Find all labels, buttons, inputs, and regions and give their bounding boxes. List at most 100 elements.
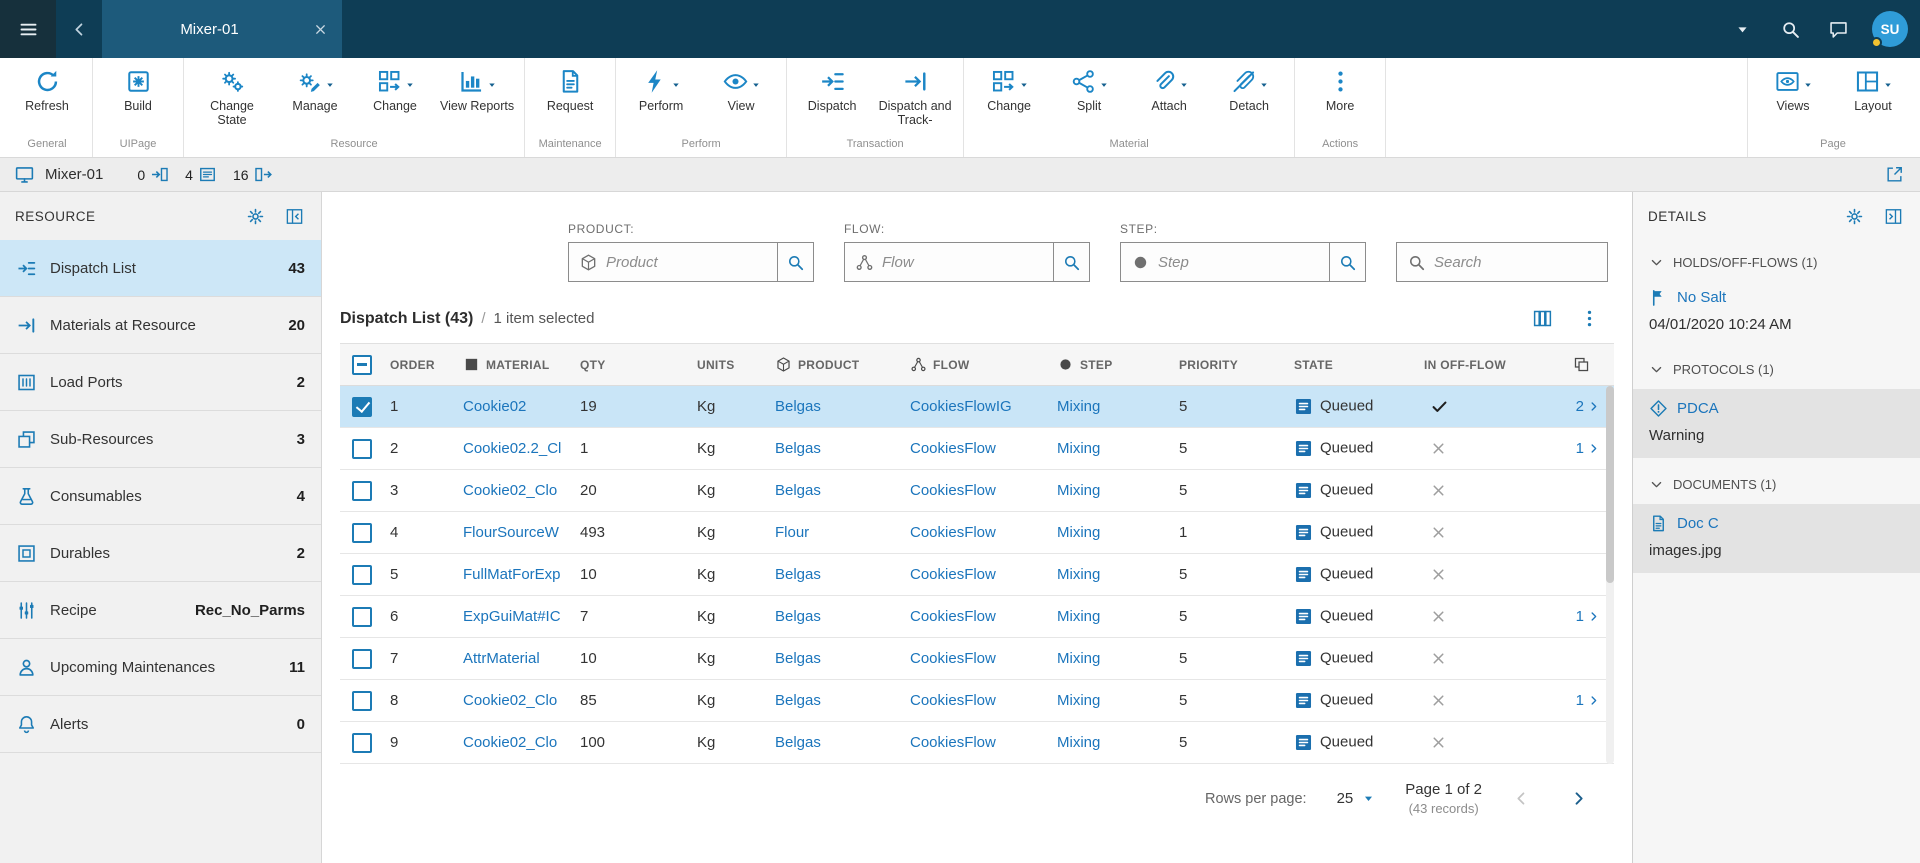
sidebar-settings-button[interactable]	[244, 205, 267, 228]
ribbon-button[interactable]: View	[701, 64, 781, 115]
product-link[interactable]: Flour	[775, 524, 809, 541]
row-checkbox[interactable]	[352, 564, 372, 585]
ribbon-button[interactable]: Views	[1753, 64, 1833, 115]
menu-button[interactable]	[0, 0, 56, 58]
product-link[interactable]: Belgas	[775, 734, 821, 751]
off-flow-count-link[interactable]: 1	[1576, 608, 1600, 625]
select-all-checkbox[interactable]	[352, 354, 372, 375]
material-link[interactable]: Cookie02_Clo	[463, 692, 557, 709]
table-row[interactable]: 4 FlourSourceW 493 Kg Flour CookiesFlow …	[340, 511, 1614, 554]
sidebar-item[interactable]: Load Ports 2	[0, 354, 321, 411]
column-header[interactable]: MATERIAL	[455, 343, 572, 386]
step-link[interactable]: Mixing	[1057, 440, 1100, 457]
ribbon-button[interactable]: Change	[355, 64, 435, 115]
details-item-link[interactable]: Doc C	[1677, 515, 1719, 532]
sidebar-item[interactable]: Materials at Resource 20	[0, 297, 321, 354]
table-row[interactable]: 7 AttrMaterial 10 Kg Belgas CookiesFlow …	[340, 637, 1614, 680]
details-settings-button[interactable]	[1843, 205, 1866, 228]
list-menu-button[interactable]	[1577, 306, 1602, 331]
ribbon-button[interactable]: Layout	[1833, 64, 1913, 115]
column-chooser-button[interactable]	[1530, 306, 1555, 331]
back-button[interactable]	[56, 0, 102, 58]
ribbon-button[interactable]: Perform	[621, 64, 701, 115]
off-flow-count-link[interactable]: 1	[1576, 440, 1600, 457]
material-link[interactable]: AttrMaterial	[463, 650, 540, 667]
next-page-button[interactable]	[1569, 789, 1588, 808]
sidebar-item[interactable]: Upcoming Maintenances 11	[0, 639, 321, 696]
product-link[interactable]: Belgas	[775, 398, 821, 415]
prev-page-button[interactable]	[1512, 789, 1531, 808]
workspace-caret-button[interactable]	[1720, 0, 1764, 58]
flow-link[interactable]: CookiesFlowIG	[910, 398, 1012, 415]
ribbon-button[interactable]: Attach	[1129, 64, 1209, 115]
off-flow-count-link[interactable]: 1	[1576, 692, 1600, 709]
step-link[interactable]: Mixing	[1057, 524, 1100, 541]
step-link[interactable]: Mixing	[1057, 734, 1100, 751]
ribbon-button[interactable]: Split	[1049, 64, 1129, 115]
details-item-link[interactable]: PDCA	[1677, 400, 1719, 417]
ribbon-button[interactable]: View Reports	[435, 64, 519, 115]
global-search-button[interactable]	[1768, 0, 1812, 58]
step-link[interactable]: Mixing	[1057, 692, 1100, 709]
flow-link[interactable]: CookiesFlow	[910, 566, 996, 583]
chat-button[interactable]	[1816, 0, 1860, 58]
table-row[interactable]: 3 Cookie02_Clo 20 Kg Belgas CookiesFlow …	[340, 469, 1614, 512]
ribbon-button[interactable]: Manage	[275, 64, 355, 115]
table-row[interactable]: 2 Cookie02.2_Cl 1 Kg Belgas CookiesFlow …	[340, 427, 1614, 470]
filter-input[interactable]	[882, 253, 1043, 271]
sidebar-item[interactable]: Alerts 0	[0, 696, 321, 753]
sidebar-item[interactable]: Recipe Rec_No_Parms	[0, 582, 321, 639]
row-checkbox[interactable]	[352, 732, 372, 753]
ribbon-button[interactable]: Dispatch	[792, 64, 872, 115]
material-link[interactable]: Cookie02	[463, 398, 526, 415]
flow-link[interactable]: CookiesFlow	[910, 692, 996, 709]
filter-search-button[interactable]	[778, 242, 814, 282]
search-input[interactable]	[1434, 253, 1597, 271]
table-row[interactable]: 1 Cookie02 19 Kg Belgas CookiesFlowIG Mi…	[340, 385, 1614, 428]
ribbon-button[interactable]: Refresh	[7, 64, 87, 115]
product-link[interactable]: Belgas	[775, 650, 821, 667]
material-link[interactable]: FullMatForExp	[463, 566, 561, 583]
ribbon-button[interactable]: Detach	[1209, 64, 1289, 115]
flow-link[interactable]: CookiesFlow	[910, 524, 996, 541]
step-link[interactable]: Mixing	[1057, 608, 1100, 625]
material-link[interactable]: Cookie02_Clo	[463, 482, 557, 499]
column-header[interactable]: PRIORITY	[1171, 343, 1286, 386]
row-checkbox[interactable]	[352, 396, 372, 417]
sidebar-collapse-button[interactable]	[283, 205, 306, 228]
product-link[interactable]: Belgas	[775, 608, 821, 625]
details-dock-button[interactable]	[1882, 205, 1905, 228]
filter-input[interactable]	[1158, 253, 1319, 271]
table-row[interactable]: 5 FullMatForExp 10 Kg Belgas CookiesFlow…	[340, 553, 1614, 596]
flow-link[interactable]: CookiesFlow	[910, 734, 996, 751]
material-link[interactable]: Cookie02_Clo	[463, 734, 557, 751]
row-checkbox[interactable]	[352, 438, 372, 459]
column-header[interactable]: ORDER	[382, 343, 455, 386]
sidebar-item[interactable]: Sub-Resources 3	[0, 411, 321, 468]
material-link[interactable]: Cookie02.2_Cl	[463, 440, 561, 457]
flow-link[interactable]: CookiesFlow	[910, 482, 996, 499]
flow-link[interactable]: CookiesFlow	[910, 650, 996, 667]
details-item-link[interactable]: No Salt	[1677, 289, 1726, 306]
ribbon-button[interactable]: Change State	[189, 64, 275, 130]
details-section-header[interactable]: DOCUMENTS (1)	[1633, 462, 1920, 504]
details-section-header[interactable]: PROTOCOLS (1)	[1633, 347, 1920, 389]
row-checkbox[interactable]	[352, 606, 372, 627]
ribbon-button[interactable]: Build	[98, 64, 178, 115]
column-header[interactable]: IN OFF-FLOW	[1416, 343, 1565, 386]
ribbon-button[interactable]: More	[1300, 64, 1380, 115]
ribbon-button[interactable]: Change	[969, 64, 1049, 115]
filter-search-button[interactable]	[1330, 242, 1366, 282]
table-row[interactable]: 8 Cookie02_Clo 85 Kg Belgas CookiesFlow …	[340, 679, 1614, 722]
details-section-header[interactable]: HOLDS/OFF-FLOWS (1)	[1633, 240, 1920, 282]
step-link[interactable]: Mixing	[1057, 650, 1100, 667]
product-link[interactable]: Belgas	[775, 566, 821, 583]
sidebar-item[interactable]: Durables 2	[0, 525, 321, 582]
material-link[interactable]: FlourSourceW	[463, 524, 559, 541]
sidebar-item[interactable]: Consumables 4	[0, 468, 321, 525]
flow-link[interactable]: CookiesFlow	[910, 440, 996, 457]
column-header[interactable]: UNITS	[689, 343, 767, 386]
row-checkbox[interactable]	[352, 480, 372, 501]
filter-input[interactable]	[606, 253, 767, 271]
popout-button[interactable]	[1883, 163, 1906, 186]
